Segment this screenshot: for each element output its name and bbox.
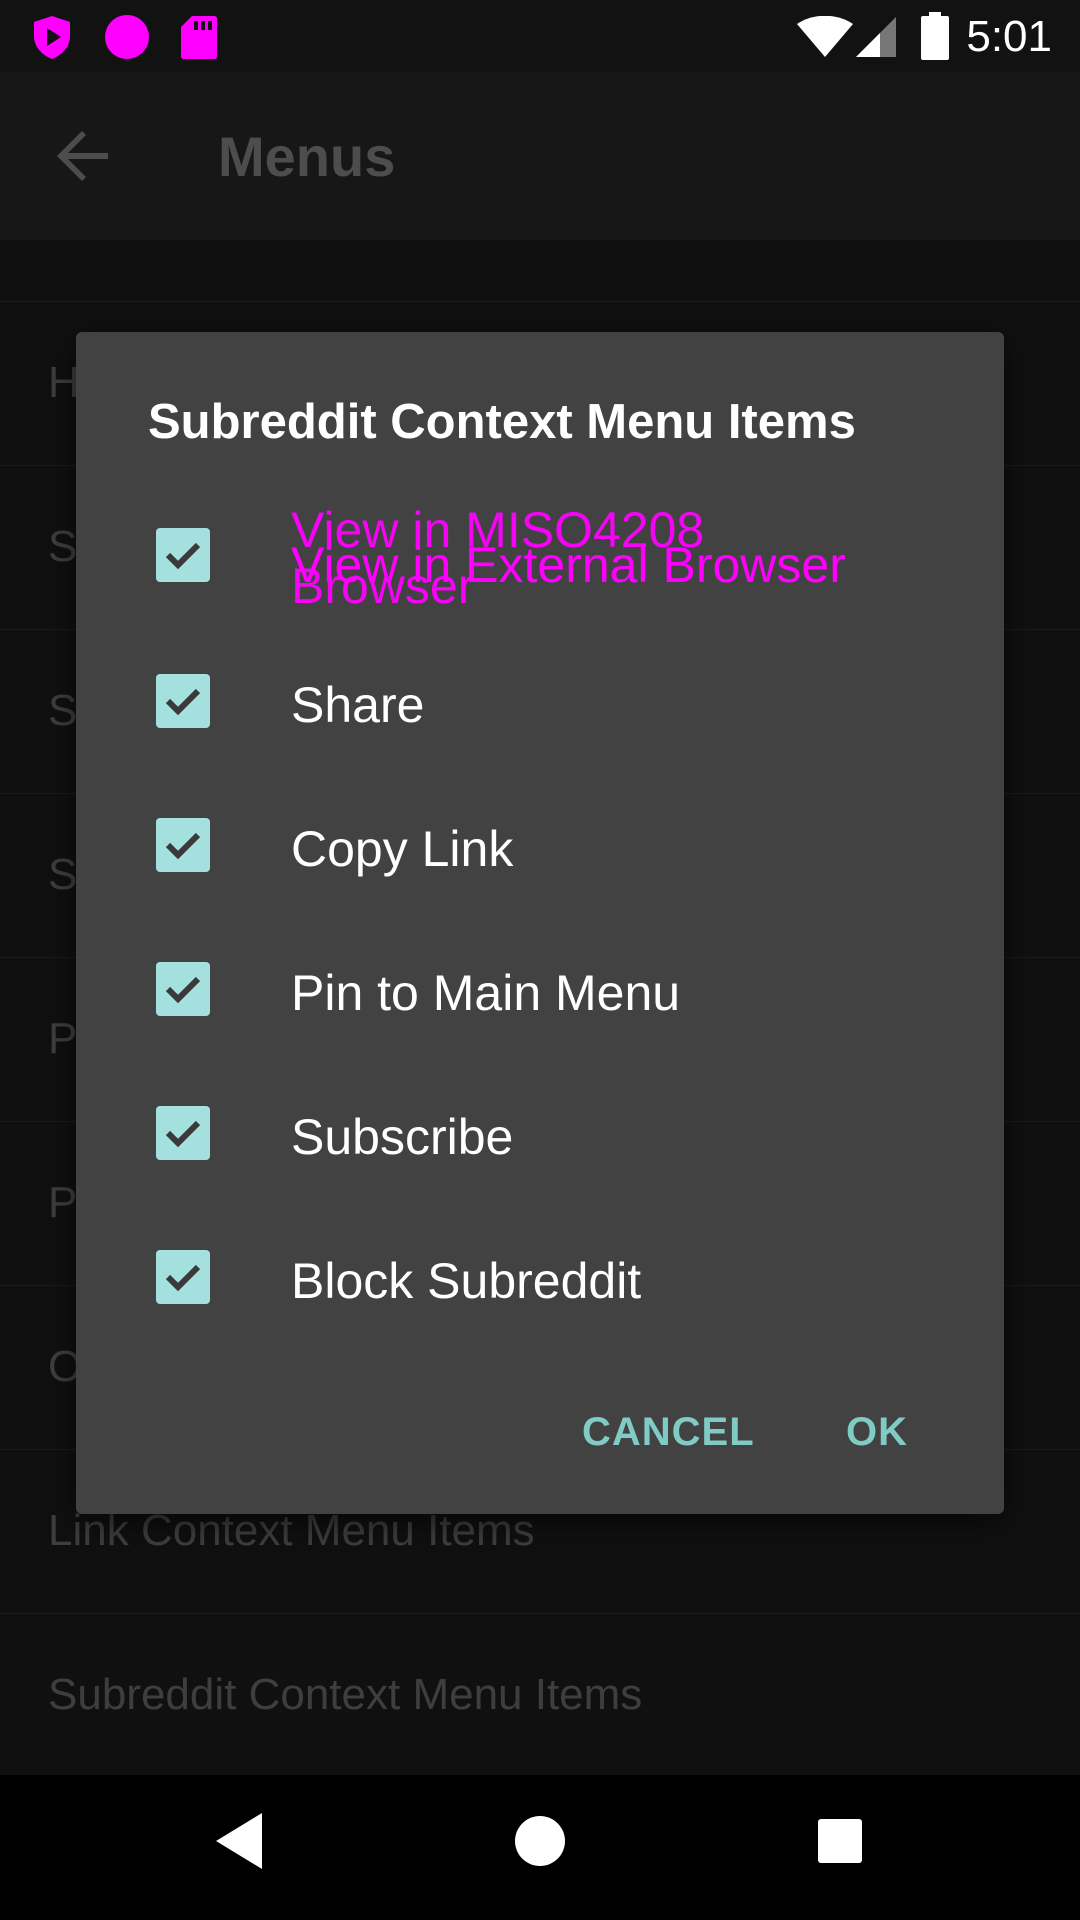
checkbox[interactable] [156,1250,210,1304]
checkbox[interactable] [156,674,210,728]
circle-icon [104,14,150,65]
recents-square-icon[interactable] [816,1811,864,1876]
dialog-item-view-external[interactable]: View in External Browser View in MISO420… [76,480,1004,624]
context-menu-items-dialog: Subreddit Context Menu Items View in Ext… [76,332,1004,1514]
battery-icon [920,12,950,65]
checkbox[interactable] [156,962,210,1016]
status-bar: 5:01 [0,0,1080,72]
item-label: Subscribe [291,1109,514,1165]
home-circle-icon[interactable] [514,1811,566,1876]
checkbox[interactable] [156,818,210,872]
sd-card-icon [180,14,218,65]
shield-play-icon [30,14,74,65]
clock-time: 5:01 [966,12,1052,61]
dialog-title: Subreddit Context Menu Items [148,395,856,449]
item-label: Copy Link [291,821,514,877]
checkbox[interactable] [156,528,210,582]
cancel-button[interactable]: CANCEL [582,1410,755,1455]
dialog-item-copy-link[interactable]: Copy Link [76,770,1004,914]
item-label: Block Subreddit [291,1253,642,1309]
item-label: Share [291,677,425,733]
ok-button[interactable]: OK [846,1410,908,1455]
item-label: Pin to Main Menu [291,965,681,1021]
dialog-item-pin-main-menu[interactable]: Pin to Main Menu [76,914,1004,1058]
dialog-item-share[interactable]: Share [76,626,1004,770]
overlay-text: View in MISO4208 Browser [291,502,705,614]
wifi-icon [796,15,854,63]
checkbox[interactable] [156,1106,210,1160]
signal-icon [854,16,898,63]
dialog-item-subscribe[interactable]: Subscribe [76,1058,1004,1202]
system-nav-bar [0,1775,1080,1920]
dialog-item-block-subreddit[interactable]: Block Subreddit [76,1202,1004,1346]
back-triangle-icon[interactable] [214,1811,264,1876]
